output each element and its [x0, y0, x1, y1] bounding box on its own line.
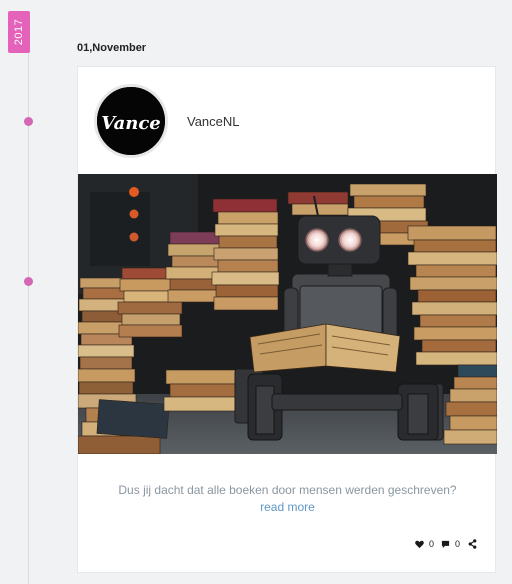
- read-more-link[interactable]: read more: [260, 499, 315, 516]
- year-label: 2017: [13, 18, 26, 46]
- post-image[interactable]: [78, 174, 497, 454]
- post-card: Vance VanceNL Dus jij dacht dat alle boe…: [77, 66, 497, 573]
- comment-button[interactable]: 0: [441, 539, 460, 549]
- comment-count: 0: [454, 539, 460, 549]
- like-count: 0: [428, 539, 434, 549]
- like-button[interactable]: 0: [415, 539, 434, 549]
- speech-bubble-icon: [441, 539, 451, 549]
- year-badge: 2017: [8, 11, 30, 53]
- timeline-dot: [24, 277, 33, 286]
- heart-icon: [415, 539, 425, 549]
- share-button[interactable]: [467, 539, 477, 549]
- timeline-dot: [24, 117, 33, 126]
- post-body: Dus jij dacht dat alle boeken door mense…: [78, 482, 497, 516]
- post-date: 01,November: [77, 42, 147, 54]
- timeline-line: [28, 48, 29, 584]
- author-name[interactable]: VanceNL: [187, 114, 240, 129]
- author-avatar[interactable]: Vance: [94, 84, 168, 158]
- post-actions: 0 0: [415, 539, 477, 549]
- share-icon: [467, 539, 477, 549]
- post-body-text: Dus jij dacht dat alle boeken door mense…: [118, 483, 457, 497]
- avatar-logo-text: Vance: [101, 113, 160, 134]
